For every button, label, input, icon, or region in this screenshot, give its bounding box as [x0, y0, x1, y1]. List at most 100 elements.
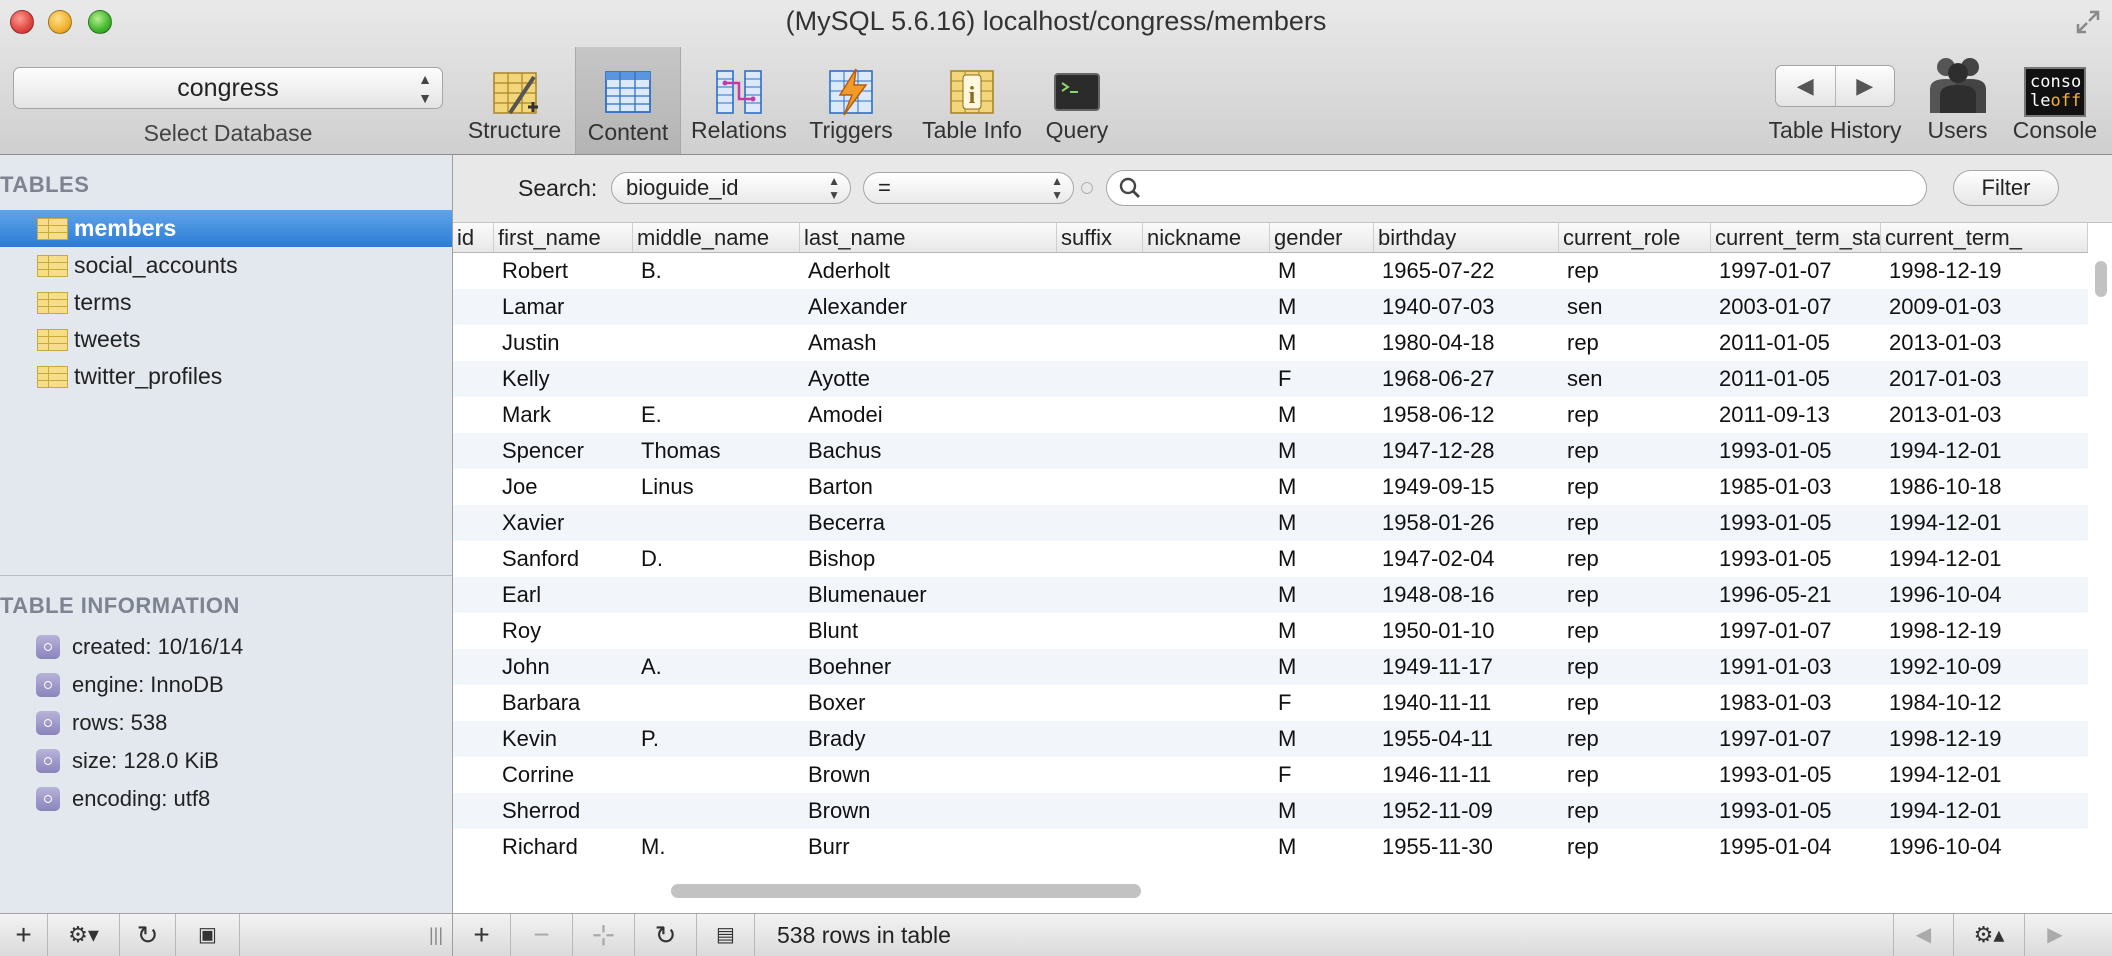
table-cell[interactable]: rep	[1559, 685, 1711, 721]
table-cell[interactable]: M	[1270, 613, 1374, 649]
table-cell[interactable]: rep	[1559, 721, 1711, 757]
triggers-button[interactable]: Triggers	[798, 47, 904, 152]
table-cell[interactable]: B.	[633, 253, 800, 289]
table-row[interactable]: Sanford D. Bishop M 1947-02-04 rep 1993-01-05 1…	[453, 541, 2088, 577]
table-cell[interactable]: M	[1270, 325, 1374, 361]
table-cell[interactable]: 1992-10-09	[1881, 649, 2088, 685]
table-cell[interactable]: Richard	[494, 829, 633, 865]
table-cell[interactable]: Bachus	[800, 433, 1057, 469]
table-cell[interactable]	[1057, 325, 1143, 361]
table-cell[interactable]: M	[1270, 433, 1374, 469]
table-info-button[interactable]: i Table Info	[912, 47, 1032, 152]
pagination-gear-icon[interactable]: ⚙▴	[1953, 914, 2025, 956]
show-sql-icon[interactable]: ▤	[697, 914, 755, 956]
table-cell[interactable]: M	[1270, 577, 1374, 613]
table-cell[interactable]	[633, 685, 800, 721]
table-cell[interactable]	[633, 289, 800, 325]
table-cell[interactable]: Brown	[800, 757, 1057, 793]
table-cell[interactable]: Xavier	[494, 505, 633, 541]
table-cell[interactable]: sen	[1559, 289, 1711, 325]
table-cell[interactable]: 1940-07-03	[1374, 289, 1559, 325]
sidebar-resize-handle-icon[interactable]: |||	[420, 914, 452, 956]
table-cell[interactable]	[453, 433, 494, 469]
table-cell[interactable]: 1947-12-28	[1374, 433, 1559, 469]
table-cell[interactable]: 1949-11-17	[1374, 649, 1559, 685]
table-cell[interactable]: 1994-12-01	[1881, 541, 2088, 577]
table-cell[interactable]	[453, 361, 494, 397]
table-cell[interactable]: 1986-10-18	[1881, 469, 2088, 505]
sidebar-divider[interactable]	[0, 575, 452, 576]
table-cell[interactable]: 1949-09-15	[1374, 469, 1559, 505]
table-cell[interactable]	[633, 505, 800, 541]
table-cell[interactable]: Becerra	[800, 505, 1057, 541]
table-cell[interactable]	[1057, 505, 1143, 541]
search-field-select[interactable]: bioguide_id ▲ ▼	[611, 172, 851, 204]
table-cell[interactable]: M	[1270, 649, 1374, 685]
previous-page-icon[interactable]: ◀	[1893, 914, 1953, 956]
table-cell[interactable]	[1143, 541, 1270, 577]
operator-select[interactable]: = ▲ ▼	[863, 172, 1074, 204]
table-cell[interactable]: rep	[1559, 541, 1711, 577]
table-cell[interactable]	[1057, 829, 1143, 865]
table-cell[interactable]: Brady	[800, 721, 1057, 757]
table-cell[interactable]: 1997-01-07	[1711, 721, 1881, 757]
table-cell[interactable]: rep	[1559, 793, 1711, 829]
table-cell[interactable]: 1968-06-27	[1374, 361, 1559, 397]
delete-row-button[interactable]: −	[511, 914, 573, 956]
table-cell[interactable]	[1143, 829, 1270, 865]
table-cell[interactable]: Amodei	[800, 397, 1057, 433]
table-cell[interactable]: rep	[1559, 433, 1711, 469]
table-cell[interactable]: rep	[1559, 829, 1711, 865]
table-cell[interactable]	[633, 613, 800, 649]
table-cell[interactable]: 1994-12-01	[1881, 505, 2088, 541]
table-cell[interactable]	[453, 289, 494, 325]
table-cell[interactable]: 2011-09-13	[1711, 397, 1881, 433]
table-cell[interactable]: 1993-01-05	[1711, 433, 1881, 469]
table-cell[interactable]: 2011-01-05	[1711, 325, 1881, 361]
table-cell[interactable]: Kelly	[494, 361, 633, 397]
table-cell[interactable]: 1958-01-26	[1374, 505, 1559, 541]
table-cell[interactable]: E.	[633, 397, 800, 433]
table-cell[interactable]: Alexander	[800, 289, 1057, 325]
table-cell[interactable]: Amash	[800, 325, 1057, 361]
column-header[interactable]: current_role	[1559, 223, 1711, 252]
table-cell[interactable]: 1996-05-21	[1711, 577, 1881, 613]
table-cell[interactable]: 1997-01-07	[1711, 613, 1881, 649]
column-header[interactable]: middle_name	[633, 223, 800, 252]
table-cell[interactable]: Linus	[633, 469, 800, 505]
table-cell[interactable]	[1143, 469, 1270, 505]
relations-button[interactable]: Relations	[686, 47, 792, 152]
table-cell[interactable]	[453, 829, 494, 865]
table-cell[interactable]: Ayotte	[800, 361, 1057, 397]
table-cell[interactable]: 1995-01-04	[1711, 829, 1881, 865]
refresh-tables-icon[interactable]: ↻	[120, 914, 176, 956]
table-cell[interactable]: Corrine	[494, 757, 633, 793]
table-cell[interactable]: Brown	[800, 793, 1057, 829]
table-cell[interactable]: rep	[1559, 505, 1711, 541]
table-cell[interactable]	[633, 757, 800, 793]
table-row[interactable]: Lamar Alexander M 1940-07-03 sen 2003-01-07 20…	[453, 289, 2088, 325]
table-cell[interactable]: A.	[633, 649, 800, 685]
table-cell[interactable]	[453, 253, 494, 289]
table-row[interactable]: Earl Blumenauer M 1948-08-16 rep 1996-05-21 19…	[453, 577, 2088, 613]
table-cell[interactable]: F	[1270, 685, 1374, 721]
table-cell[interactable]	[1143, 253, 1270, 289]
table-cell[interactable]	[453, 613, 494, 649]
table-item-tweets[interactable]: tweets	[0, 321, 452, 358]
table-cell[interactable]	[1057, 577, 1143, 613]
search-input[interactable]	[1106, 170, 1927, 206]
table-cell[interactable]: F	[1270, 757, 1374, 793]
table-cell[interactable]: Earl	[494, 577, 633, 613]
table-cell[interactable]: 1940-11-11	[1374, 685, 1559, 721]
filter-button[interactable]: Filter	[1953, 170, 2059, 206]
table-cell[interactable]: Barbara	[494, 685, 633, 721]
table-cell[interactable]: Sherrod	[494, 793, 633, 829]
table-cell[interactable]: 1984-10-12	[1881, 685, 2088, 721]
table-cell[interactable]	[633, 793, 800, 829]
table-cell[interactable]: Burr	[800, 829, 1057, 865]
content-button[interactable]: Content	[575, 47, 681, 154]
table-cell[interactable]: rep	[1559, 469, 1711, 505]
table-cell[interactable]	[453, 505, 494, 541]
table-cell[interactable]: Boxer	[800, 685, 1057, 721]
table-cell[interactable]	[1057, 397, 1143, 433]
